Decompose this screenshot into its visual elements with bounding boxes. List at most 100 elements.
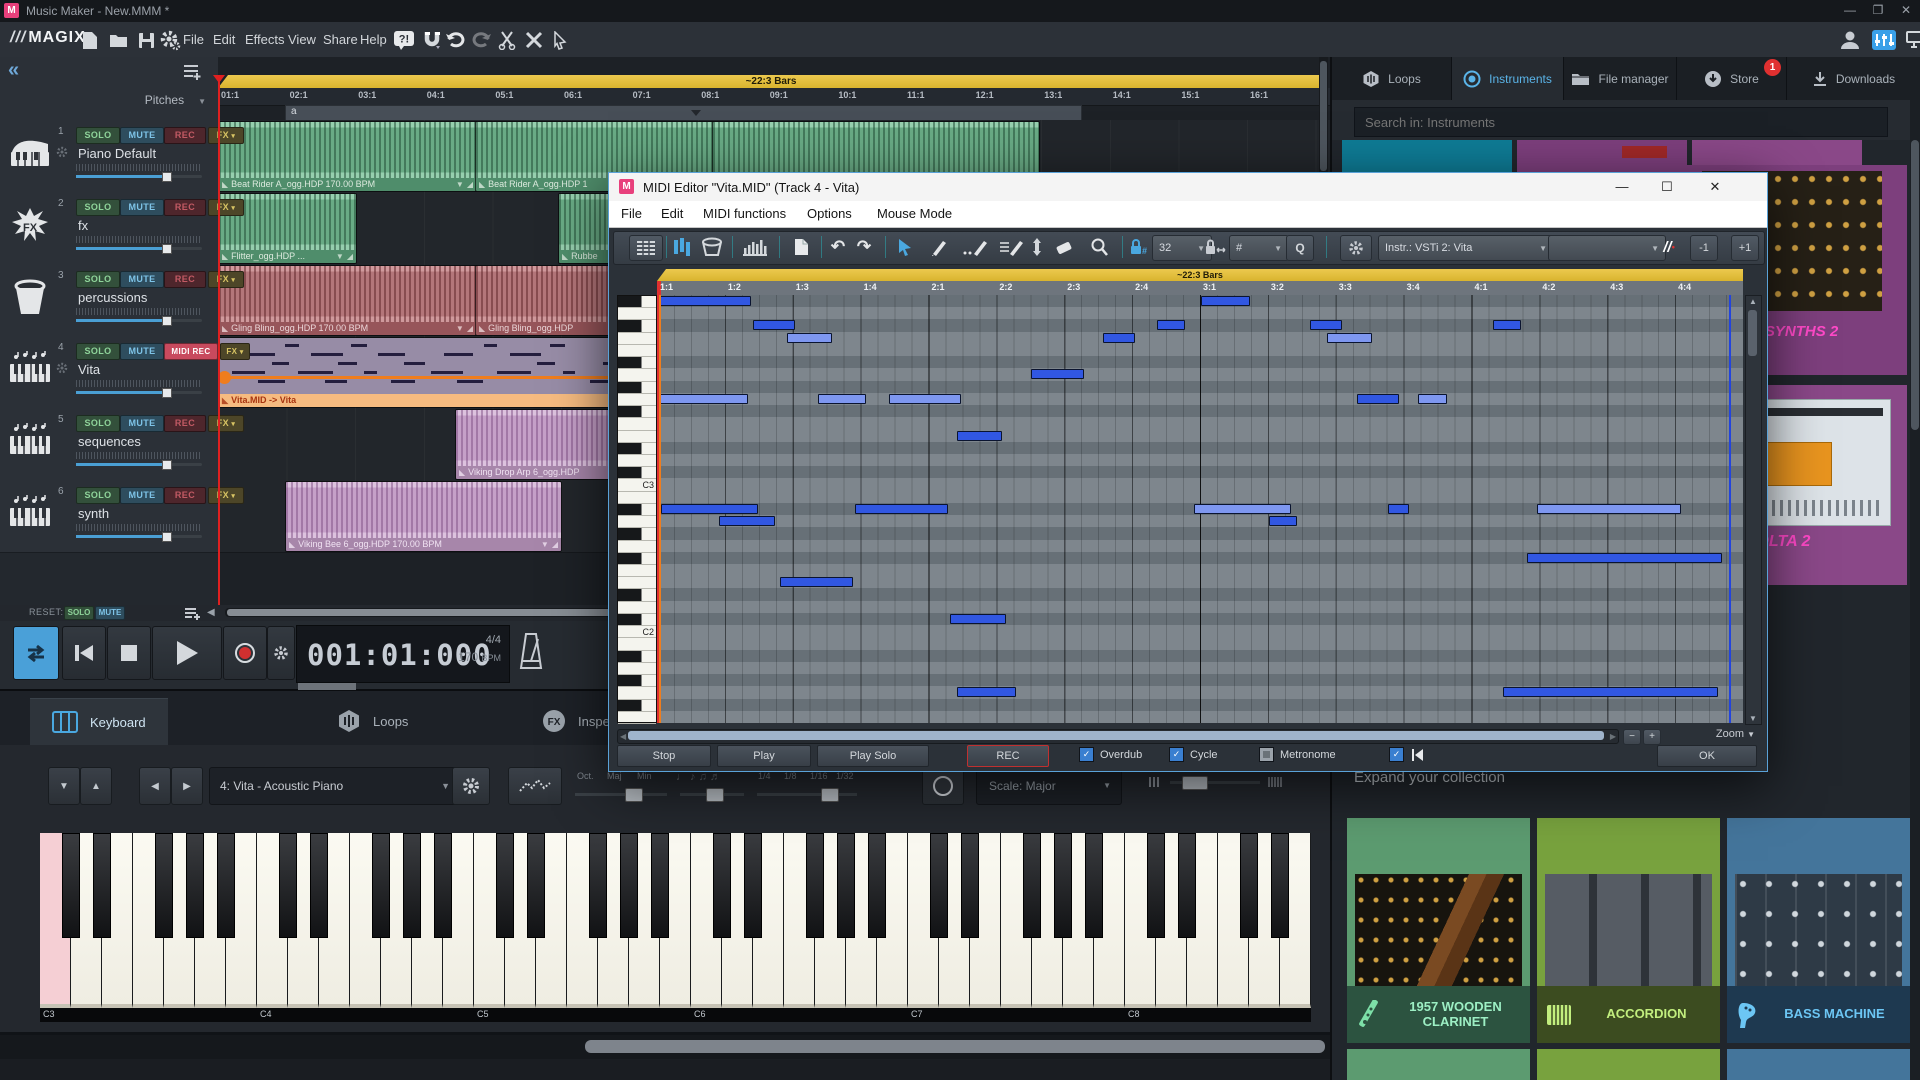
slider-knob[interactable]: [161, 316, 172, 326]
velocity-circle-button[interactable]: [922, 767, 964, 805]
expand-card-bass-machine[interactable]: BASS MACHINE: [1727, 818, 1910, 1043]
instrument-card-sliver[interactable]: [1342, 140, 1512, 172]
new-project-icon[interactable]: [78, 28, 102, 52]
slider-knob[interactable]: [161, 388, 172, 398]
track-mute-button[interactable]: MUTE: [120, 199, 164, 216]
transpose-down-button[interactable]: -1: [1690, 235, 1718, 261]
draw-pattern-tool-button[interactable]: [958, 235, 992, 259]
piano-black-key[interactable]: [1271, 833, 1289, 938]
midi-instrument-dropdown[interactable]: Instr.: VSTi 2: Vita ▼: [1378, 235, 1554, 261]
piano-black-key[interactable]: [868, 833, 886, 938]
virtual-piano[interactable]: [40, 833, 1311, 1008]
track-solo-button[interactable]: SOLO: [76, 127, 120, 144]
open-project-icon[interactable]: [106, 28, 130, 52]
track-volume-slider[interactable]: [76, 172, 202, 182]
piano-black-key[interactable]: [527, 833, 545, 938]
midi-settings-button[interactable]: [1340, 235, 1372, 261]
midi-note[interactable]: [1326, 332, 1373, 343]
midi-note[interactable]: [888, 393, 962, 404]
midi-white-key[interactable]: [618, 492, 656, 504]
midi-white-key[interactable]: [618, 687, 656, 700]
settings-gear-icon[interactable]: [158, 28, 182, 52]
piano-black-key[interactable]: [279, 833, 297, 938]
mute-notes-icon[interactable]: //•: [1656, 235, 1682, 259]
track-mute-button[interactable]: MUTE: [120, 415, 164, 432]
midi-white-key[interactable]: [618, 541, 656, 553]
track-volume-slider[interactable]: [76, 532, 202, 542]
record-settings-button[interactable]: [267, 626, 295, 680]
midi-white-key[interactable]: [618, 712, 656, 724]
midi-note[interactable]: [1102, 332, 1135, 343]
midi-note[interactable]: [1309, 320, 1342, 331]
clip-red[interactable]: ◣ Gling Bling_ogg.HDP 170.00 BPM ▼ ◢: [218, 265, 477, 336]
piano-black-key[interactable]: [744, 833, 762, 938]
midi-minimize-button[interactable]: —: [1604, 176, 1640, 198]
track-rec-button[interactable]: REC: [164, 199, 206, 216]
track-solo-button[interactable]: SOLO: [76, 415, 120, 432]
slider-knob[interactable]: [161, 172, 172, 182]
clip-green[interactable]: ◣ Beat Rider A_ogg.HDP 170.00 BPM ▼ ◢: [218, 121, 477, 192]
metronome-checkbox[interactable]: Metronome: [1259, 747, 1336, 762]
zoom-tool-button[interactable]: [1086, 235, 1112, 259]
midi-black-key[interactable]: [618, 613, 656, 627]
track-mute-button[interactable]: MUTE: [120, 343, 164, 360]
instrument-dropdown[interactable]: 4: Vita - Acoustic Piano ▼: [209, 767, 461, 805]
midi-thru-checkbox[interactable]: ✓: [1389, 747, 1424, 762]
tab-loops[interactable]: Loops: [315, 698, 430, 744]
piano-black-key[interactable]: [620, 833, 638, 938]
slider-knob[interactable]: [161, 460, 172, 470]
midi-white-key[interactable]: [618, 577, 656, 590]
midi-note[interactable]: [1031, 369, 1084, 380]
midi-menu-mouse-mode[interactable]: Mouse Mode: [877, 206, 952, 221]
keyboard-zoom-slider[interactable]: [1170, 776, 1260, 790]
midi-note[interactable]: [1156, 320, 1186, 331]
reset-mute-button[interactable]: MUTE: [95, 606, 125, 620]
arranger-loop-range-bar[interactable]: ~22:3 Bars: [218, 75, 1324, 88]
piano-black-key[interactable]: [62, 833, 80, 938]
octave-up-button[interactable]: ▲: [80, 767, 112, 805]
midi-white-key[interactable]: [618, 516, 656, 529]
piano-black-key[interactable]: [806, 833, 824, 938]
undo-icon[interactable]: [443, 28, 467, 52]
menu-help[interactable]: Help: [360, 32, 387, 47]
midi-black-key[interactable]: [618, 552, 656, 566]
chord-slider-2[interactable]: [680, 788, 744, 802]
loop-button[interactable]: [13, 626, 59, 680]
piano-black-key[interactable]: [186, 833, 204, 938]
track-fx-button[interactable]: FX ▾: [208, 415, 244, 432]
piano-black-key[interactable]: [496, 833, 514, 938]
piano-black-key[interactable]: [1085, 833, 1103, 938]
midi-note[interactable]: [1492, 320, 1522, 331]
midi-note[interactable]: [949, 613, 1006, 624]
midi-white-key[interactable]: [618, 394, 656, 407]
scale-dropdown[interactable]: Scale: Major ▼: [976, 767, 1122, 805]
track-fx-button[interactable]: FX ▾: [208, 127, 244, 144]
track-mute-button[interactable]: MUTE: [120, 127, 164, 144]
selection-tool-button[interactable]: [892, 235, 918, 259]
midi-ruler[interactable]: 1:1 1:2 1:3 1:4 2:1 2:2 2:3 2:4 3:1 3:2 3:3 3:4 4:1 4…: [657, 281, 1743, 296]
midi-note[interactable]: [1526, 552, 1722, 563]
menu-share[interactable]: Share: [323, 32, 358, 47]
group-collapse-icon[interactable]: [691, 110, 701, 116]
playhead[interactable]: [213, 75, 225, 605]
midi-note[interactable]: [817, 393, 867, 404]
midi-menu-midi-functions[interactable]: MIDI functions: [703, 206, 786, 221]
zoom-in-button[interactable]: +: [1643, 729, 1661, 745]
piano-black-key[interactable]: [1023, 833, 1041, 938]
midi-note[interactable]: [1357, 393, 1400, 404]
clip-pink[interactable]: ◣ Viking Bee 6_ogg.HDP 170.00 BPM ▼ ◢: [285, 481, 562, 552]
track-solo-button[interactable]: SOLO: [76, 199, 120, 216]
piano-black-key[interactable]: [93, 833, 111, 938]
track-gear-icon[interactable]: [56, 146, 68, 158]
midi-note[interactable]: [956, 430, 1003, 441]
track-fx-button[interactable]: FX ▾: [208, 199, 244, 216]
redo-icon[interactable]: [470, 28, 494, 52]
midi-white-key[interactable]: [618, 418, 656, 431]
move-vertical-tool-button[interactable]: [1026, 235, 1048, 259]
track-volume-slider[interactable]: [76, 460, 202, 470]
piano-black-key[interactable]: [713, 833, 731, 938]
add-track-icon[interactable]: [182, 62, 204, 82]
velocity-view-button[interactable]: [738, 235, 772, 259]
piano-roll-view-button[interactable]: [669, 235, 695, 259]
track-fx-button[interactable]: FX ▾: [208, 487, 244, 504]
